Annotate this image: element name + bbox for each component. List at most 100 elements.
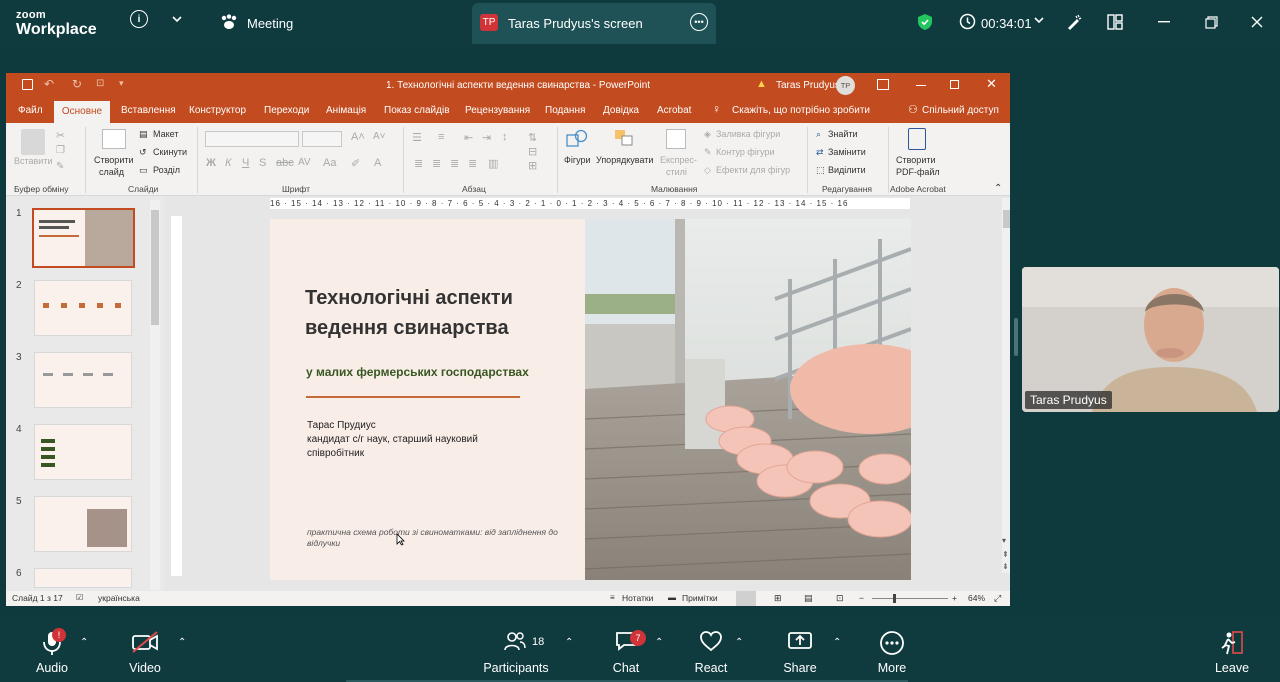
- quick-styles-icon[interactable]: [666, 129, 686, 149]
- font-color-icon[interactable]: A: [374, 157, 381, 169]
- language-indicator[interactable]: українська: [98, 593, 140, 603]
- meeting-label[interactable]: Meeting: [247, 16, 293, 31]
- menu-home[interactable]: Основне: [54, 101, 110, 124]
- paste-icon[interactable]: [21, 129, 45, 155]
- participant-video-tile[interactable]: Taras Prudyus: [1022, 267, 1279, 412]
- restore-icon[interactable]: [1203, 14, 1219, 30]
- slide-sorter-icon[interactable]: ⊞: [774, 593, 782, 604]
- align-center-icon[interactable]: ≣: [432, 157, 441, 170]
- menu-acrobat[interactable]: Acrobat: [657, 105, 691, 116]
- new-slide-label-1[interactable]: Створити: [94, 155, 134, 165]
- align-left-icon[interactable]: ≣: [414, 157, 423, 170]
- save-icon[interactable]: [22, 79, 33, 90]
- scroll-down-icon[interactable]: ▾: [1002, 536, 1006, 545]
- spacing-icon[interactable]: AV: [298, 157, 311, 168]
- notes-button[interactable]: Нотатки: [622, 593, 653, 603]
- thumbnails-scrollbar[interactable]: [150, 200, 160, 590]
- comments-button[interactable]: Примітки: [682, 593, 718, 603]
- thumbnail-slide-2[interactable]: [34, 280, 132, 336]
- view-icon[interactable]: [1106, 13, 1124, 31]
- more-button[interactable]: More: [867, 615, 917, 682]
- change-case-icon[interactable]: Aa: [323, 157, 336, 169]
- zoom-slider-thumb[interactable]: [893, 594, 896, 603]
- ppt-user-avatar[interactable]: TP: [836, 76, 855, 95]
- thumbnail-slide-1[interactable]: [32, 208, 135, 268]
- paste-button[interactable]: Вставити: [14, 156, 53, 166]
- underline-icon[interactable]: Ч: [242, 157, 249, 169]
- react-chevron-icon[interactable]: ⌃: [735, 637, 743, 648]
- participants-chevron-icon[interactable]: ⌃: [565, 637, 573, 648]
- zoom-out-icon[interactable]: −: [859, 593, 864, 603]
- grow-font-icon[interactable]: A˄: [351, 131, 365, 143]
- bullets-icon[interactable]: ☰: [412, 131, 422, 144]
- redo-icon[interactable]: ↻: [72, 77, 82, 91]
- menu-file[interactable]: Файл: [18, 105, 43, 116]
- section-button[interactable]: Розділ: [153, 165, 180, 175]
- shapes-icon[interactable]: [566, 129, 588, 149]
- present-icon[interactable]: ⊡: [96, 78, 104, 89]
- minimize-icon[interactable]: [1156, 14, 1172, 30]
- leave-button[interactable]: Leave: [1207, 615, 1257, 682]
- chat-button[interactable]: 7 Chat: [601, 615, 651, 682]
- shapes-button[interactable]: Фігури: [564, 155, 591, 165]
- menu-review[interactable]: Рецензування: [465, 105, 530, 116]
- react-button[interactable]: React: [686, 615, 736, 682]
- zoom-slider[interactable]: [872, 598, 948, 599]
- font-size-select[interactable]: [302, 131, 342, 147]
- shield-icon[interactable]: [916, 12, 934, 32]
- reset-button[interactable]: Скинути: [153, 147, 187, 157]
- next-slide-icon[interactable]: ⇟: [1002, 562, 1009, 571]
- resize-handle[interactable]: [1014, 318, 1018, 356]
- columns-icon[interactable]: ▥: [488, 157, 498, 170]
- outdent-icon[interactable]: ⇥: [482, 131, 491, 144]
- smartart-icon[interactable]: ⊞: [528, 159, 537, 172]
- quick-styles-label-2[interactable]: стилі: [666, 167, 687, 177]
- audio-chevron-icon[interactable]: ⌃: [80, 637, 88, 648]
- thumbnail-slide-4[interactable]: [34, 424, 132, 480]
- cut-icon[interactable]: ✂: [56, 129, 65, 142]
- reading-view-icon[interactable]: ▤: [804, 593, 813, 604]
- find-button[interactable]: Знайти: [828, 129, 858, 139]
- thumbnail-slide-3[interactable]: [34, 352, 132, 408]
- editor-scrollbar[interactable]: ▾ ⇞ ⇟: [1002, 198, 1010, 573]
- menu-view[interactable]: Подання: [545, 105, 585, 116]
- ribbon-display-icon[interactable]: [877, 79, 889, 90]
- spellcheck-icon[interactable]: ☑: [76, 593, 83, 602]
- ppt-close-icon[interactable]: ✕: [986, 76, 997, 92]
- shape-fill-button[interactable]: Заливка фігури: [716, 129, 780, 139]
- collapse-ribbon-icon[interactable]: ⌃: [994, 183, 1002, 194]
- slide-author-block[interactable]: Тарас Прудиус кандидат с/г наук, старший…: [307, 419, 527, 461]
- info-icon[interactable]: i: [130, 10, 148, 28]
- quick-styles-label-1[interactable]: Експрес-: [660, 155, 697, 165]
- copy-icon[interactable]: ❐: [56, 145, 65, 156]
- indent-icon[interactable]: ⇤: [464, 131, 473, 144]
- participants-button[interactable]: 18 Participants: [480, 615, 552, 682]
- new-slide-icon[interactable]: [102, 129, 126, 149]
- format-painter-icon[interactable]: ✎: [56, 161, 64, 172]
- chat-chevron-icon[interactable]: ⌃: [655, 637, 663, 648]
- screen-share-tab[interactable]: TP Taras Prudyus's screen •••: [472, 3, 716, 44]
- create-pdf-icon[interactable]: [908, 128, 926, 150]
- fit-slide-icon[interactable]: ⤢: [994, 593, 1001, 604]
- justify-icon[interactable]: ≣: [468, 157, 477, 170]
- shrink-font-icon[interactable]: A˅: [373, 131, 386, 142]
- slide-note[interactable]: практична схема роботи зі свиноматками: …: [307, 527, 577, 549]
- annotate-icon[interactable]: [1064, 12, 1084, 32]
- scroll-thumb[interactable]: [151, 210, 159, 325]
- select-button[interactable]: Виділити: [828, 165, 866, 175]
- slide-title[interactable]: Технологічні аспекти ведення свинарства: [305, 283, 585, 343]
- slide-subtitle[interactable]: у малих фермерських господарствах: [306, 365, 529, 379]
- menu-help[interactable]: Довідка: [603, 105, 639, 116]
- tell-me-search[interactable]: Скажіть, що потрібно зробити: [732, 105, 870, 116]
- video-chevron-icon[interactable]: ⌃: [178, 637, 186, 648]
- new-slide-label-2[interactable]: слайд: [99, 167, 124, 177]
- italic-icon[interactable]: К: [225, 157, 231, 169]
- video-button[interactable]: Video: [114, 615, 176, 682]
- line-spacing-icon[interactable]: ↕: [502, 131, 508, 143]
- create-pdf-label-2[interactable]: PDF-файл: [896, 167, 940, 177]
- audio-button[interactable]: ! Audio: [22, 615, 82, 682]
- align-text-icon[interactable]: ⊟: [528, 145, 537, 158]
- close-icon[interactable]: [1249, 14, 1265, 30]
- previous-slide-icon[interactable]: ⇞: [1002, 550, 1009, 559]
- slideshow-icon[interactable]: ⊡: [836, 593, 844, 604]
